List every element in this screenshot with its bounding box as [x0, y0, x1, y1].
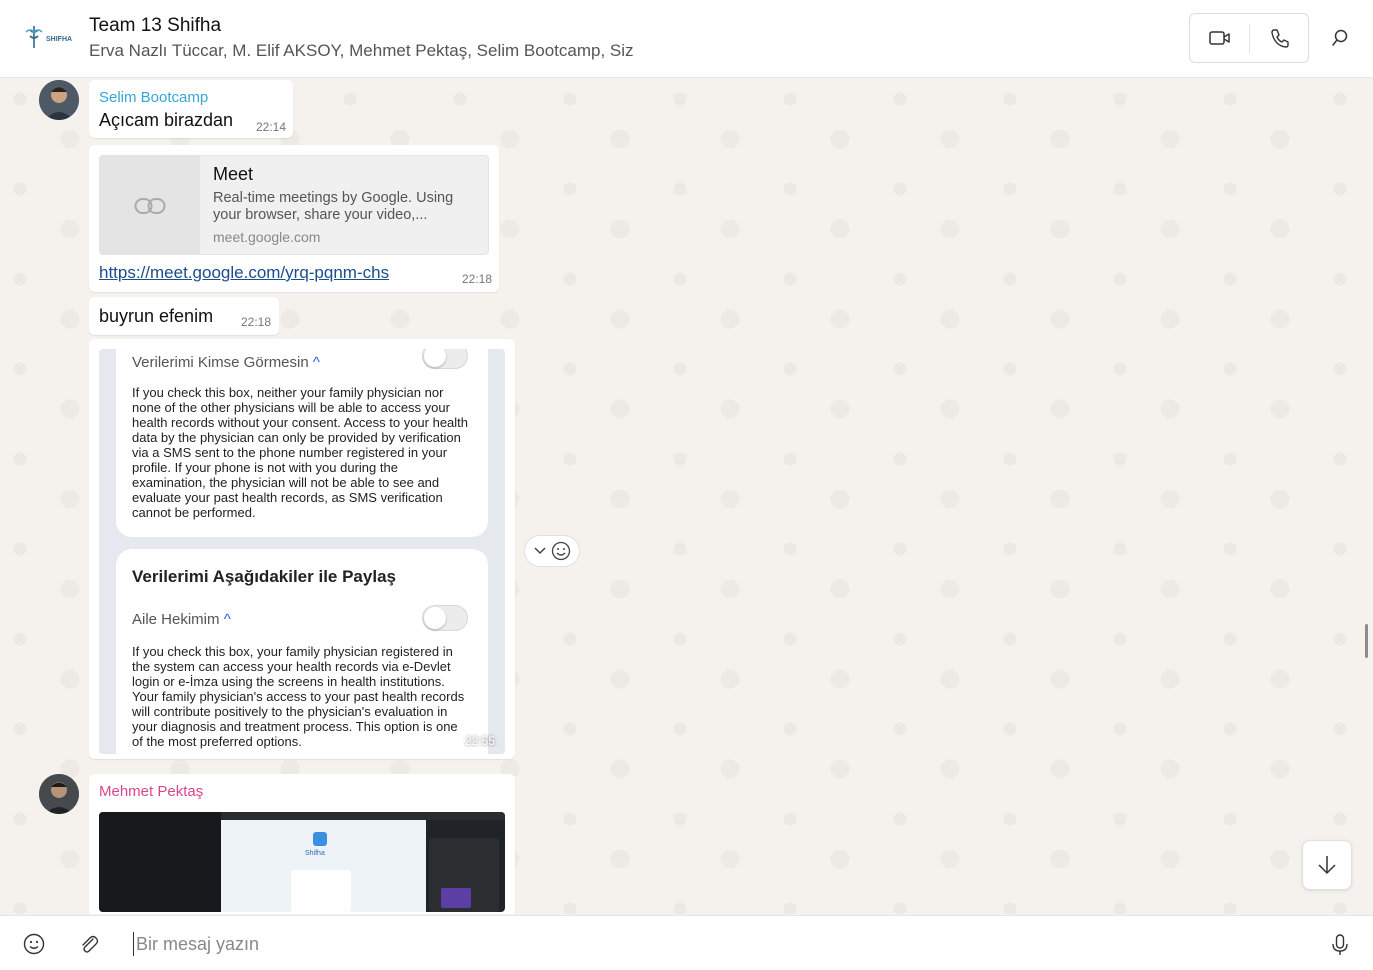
preview-title: Meet	[213, 164, 254, 184]
chevron-down-icon[interactable]	[533, 547, 546, 555]
message-list[interactable]: Selim Bootcamp Açıcam birazdan 22:14 Mee…	[0, 79, 1373, 914]
attach-icon	[82, 935, 99, 953]
image-app-panel: Shifha	[221, 820, 426, 912]
image-login-card	[291, 870, 351, 912]
chat-header: SHIFHA Team 13 Shifha Erva Nazlı Tüccar,…	[0, 0, 1373, 78]
link-preview[interactable]: Meet Real-time meetings by Google. Using…	[99, 155, 489, 255]
link-icon	[134, 198, 166, 214]
search-icon	[1332, 29, 1348, 46]
sender-name[interactable]: Selim Bootcamp	[99, 89, 208, 106]
arrow-down-icon	[1318, 856, 1336, 875]
chat-title[interactable]: Team 13 Shifha	[89, 15, 221, 37]
scroll-to-bottom-button[interactable]	[1302, 840, 1352, 890]
logo-text: SHIFHA	[46, 36, 72, 43]
image-toggle	[422, 349, 468, 369]
group-avatar[interactable]: SHIFHA	[22, 22, 74, 52]
message-time: 22:14	[256, 120, 287, 134]
preview-thumbnail	[100, 156, 200, 254]
voice-call-icon	[1271, 29, 1289, 48]
message-input[interactable]	[133, 932, 1233, 956]
image-side-panel	[429, 838, 499, 912]
message-bubble[interactable]: Meet Real-time meetings by Google. Using…	[89, 145, 499, 292]
image-card-text: If you check this box, neither your fami…	[132, 385, 469, 520]
emoji-icon	[23, 933, 45, 955]
preview-domain: meet.google.com	[213, 229, 321, 245]
chat-members[interactable]: Erva Nazlı Tüccar, M. Elif AKSOY, Mehmet…	[89, 41, 634, 61]
image-card-heading: Verilerimi Aşağıdakiler ile Paylaş	[132, 567, 396, 586]
image-card-label: Aile Hekimim ^	[132, 611, 231, 628]
scrollbar-thumb[interactable]	[1365, 624, 1368, 658]
message-image[interactable]: Shifha	[99, 812, 505, 912]
message-text: Açıcam birazdan	[99, 110, 234, 130]
attach-button[interactable]	[77, 932, 101, 956]
image-card-label: Verilerimi Kimse Görmesin ^	[132, 354, 320, 371]
voice-call-button[interactable]	[1260, 22, 1300, 54]
sender-name[interactable]: Mehmet Pektaş	[99, 783, 203, 800]
emoji-button[interactable]	[22, 932, 46, 956]
image-app-name: Shifha	[305, 850, 325, 857]
image-thumbnail	[441, 888, 471, 908]
message-time: 22:18	[241, 315, 272, 329]
image-card: Verilerimi Kimse Görmesin ^ If you check…	[116, 349, 488, 537]
message-link[interactable]: https://meet.google.com/yrq-pqnm-chs	[99, 263, 389, 283]
message-bubble[interactable]: buyrun efenim 22:18	[89, 297, 279, 335]
message-composer	[0, 915, 1373, 970]
message-time: 22:18	[462, 272, 493, 286]
image-titlebar	[221, 812, 505, 820]
image-app-logo	[313, 832, 327, 846]
search-button[interactable]	[1322, 22, 1358, 54]
message-bubble[interactable]: Selim Bootcamp Açıcam birazdan 22:14	[89, 80, 293, 138]
avatar-selim[interactable]	[39, 80, 79, 120]
avatar-mehmet[interactable]	[39, 774, 79, 814]
image-card: Verilerimi Aşağıdakiler ile Paylaş Aile …	[116, 549, 488, 754]
message-image[interactable]: Verilerimi Kimse Görmesin ^ If you check…	[99, 349, 505, 754]
mic-icon	[1332, 934, 1348, 955]
message-text: buyrun efenim	[99, 306, 214, 326]
message-time: 22:55	[464, 734, 495, 748]
image-sidebar	[99, 812, 221, 912]
image-message[interactable]: Mehmet Pektaş Shifha	[89, 774, 515, 914]
voice-message-button[interactable]	[1328, 932, 1352, 958]
react-emoji-icon[interactable]	[551, 541, 571, 561]
image-card-text: If you check this box, your family physi…	[132, 644, 465, 749]
message-actions[interactable]	[524, 535, 580, 567]
video-call-icon	[1209, 31, 1230, 45]
image-message[interactable]: Verilerimi Kimse Görmesin ^ If you check…	[89, 339, 515, 759]
video-call-button[interactable]	[1200, 22, 1240, 54]
image-toggle	[422, 605, 468, 631]
preview-description: Real-time meetings by Google. Using your…	[213, 190, 454, 223]
divider	[1249, 24, 1250, 54]
